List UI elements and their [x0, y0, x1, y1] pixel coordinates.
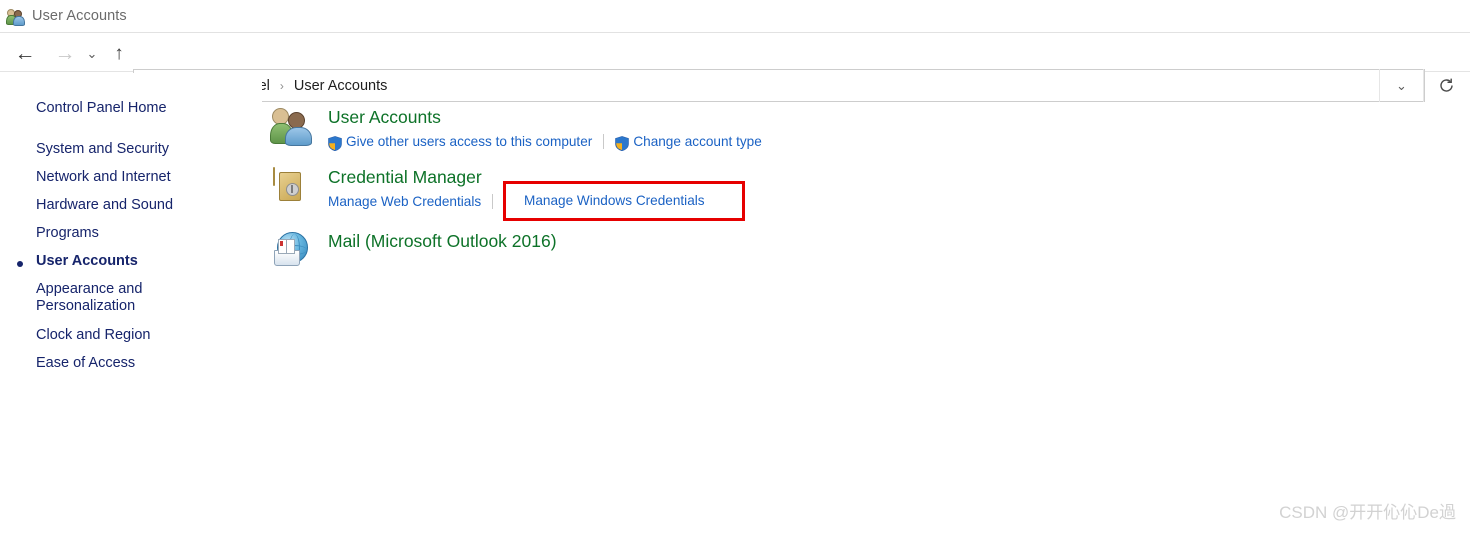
link-manage-web-credentials[interactable]: Manage Web Credentials: [328, 194, 481, 209]
category-links-user-accounts: Give other users access to this computer…: [328, 134, 762, 152]
shield-glyph: [328, 136, 342, 152]
recent-locations-chevron-down-icon[interactable]: ⌄: [81, 39, 103, 67]
window-title: User Accounts: [32, 8, 127, 24]
user-accounts-icon: [270, 104, 312, 146]
link-manage-windows-credentials[interactable]: Manage Windows Credentials: [524, 193, 705, 208]
category-links-credential-manager: Manage Web Credentials: [328, 194, 504, 209]
sidebar-item-network-and-internet[interactable]: Network and Internet: [36, 169, 171, 186]
link-separator: [492, 194, 494, 209]
category-title-credential-manager[interactable]: Credential Manager: [328, 167, 482, 188]
link-change-account-type[interactable]: Change account type: [633, 134, 761, 149]
sidebar: Control Panel Home System and Security N…: [0, 73, 262, 533]
sidebar-item-programs[interactable]: Programs: [36, 225, 99, 242]
forward-icon[interactable]: →: [51, 39, 79, 67]
sidebar-item-appearance-and-personalization[interactable]: Appearance and Personalization: [36, 281, 142, 315]
mail-icon: [270, 230, 312, 272]
sidebar-item-clock-and-region[interactable]: Clock and Region: [36, 327, 150, 344]
credential-safe-icon: [270, 167, 312, 210]
content-pane: User Accounts Give other users access to…: [262, 73, 1470, 533]
user-accounts-icon: [6, 7, 25, 26]
link-give-other-users-access[interactable]: Give other users access to this computer: [346, 134, 592, 149]
link-separator: [603, 134, 605, 149]
category-title-user-accounts[interactable]: User Accounts: [328, 107, 441, 128]
category-title-mail[interactable]: Mail (Microsoft Outlook 2016): [328, 231, 557, 252]
up-icon[interactable]: ↑: [105, 39, 133, 67]
sidebar-item-hardware-and-sound[interactable]: Hardware and Sound: [36, 197, 173, 214]
sidebar-item-control-panel-home[interactable]: Control Panel Home: [36, 100, 167, 117]
window-title-bar: User Accounts: [0, 0, 1470, 33]
sidebar-item-user-accounts[interactable]: User Accounts: [36, 253, 138, 270]
watermark: CSDN @开开伈伈De過: [1279, 503, 1456, 522]
sidebar-item-ease-of-access[interactable]: Ease of Access: [36, 355, 135, 372]
shield-glyph: [615, 136, 630, 152]
navigation-bar: ← → ⌄ ↑ › Control Panel › User Accounts …: [0, 33, 1470, 102]
sidebar-selection-bullet: [17, 261, 23, 267]
uac-shield-icon: [328, 136, 342, 152]
sidebar-item-system-and-security[interactable]: System and Security: [36, 141, 169, 158]
uac-shield-icon: [615, 136, 630, 152]
back-icon[interactable]: ←: [11, 39, 39, 67]
